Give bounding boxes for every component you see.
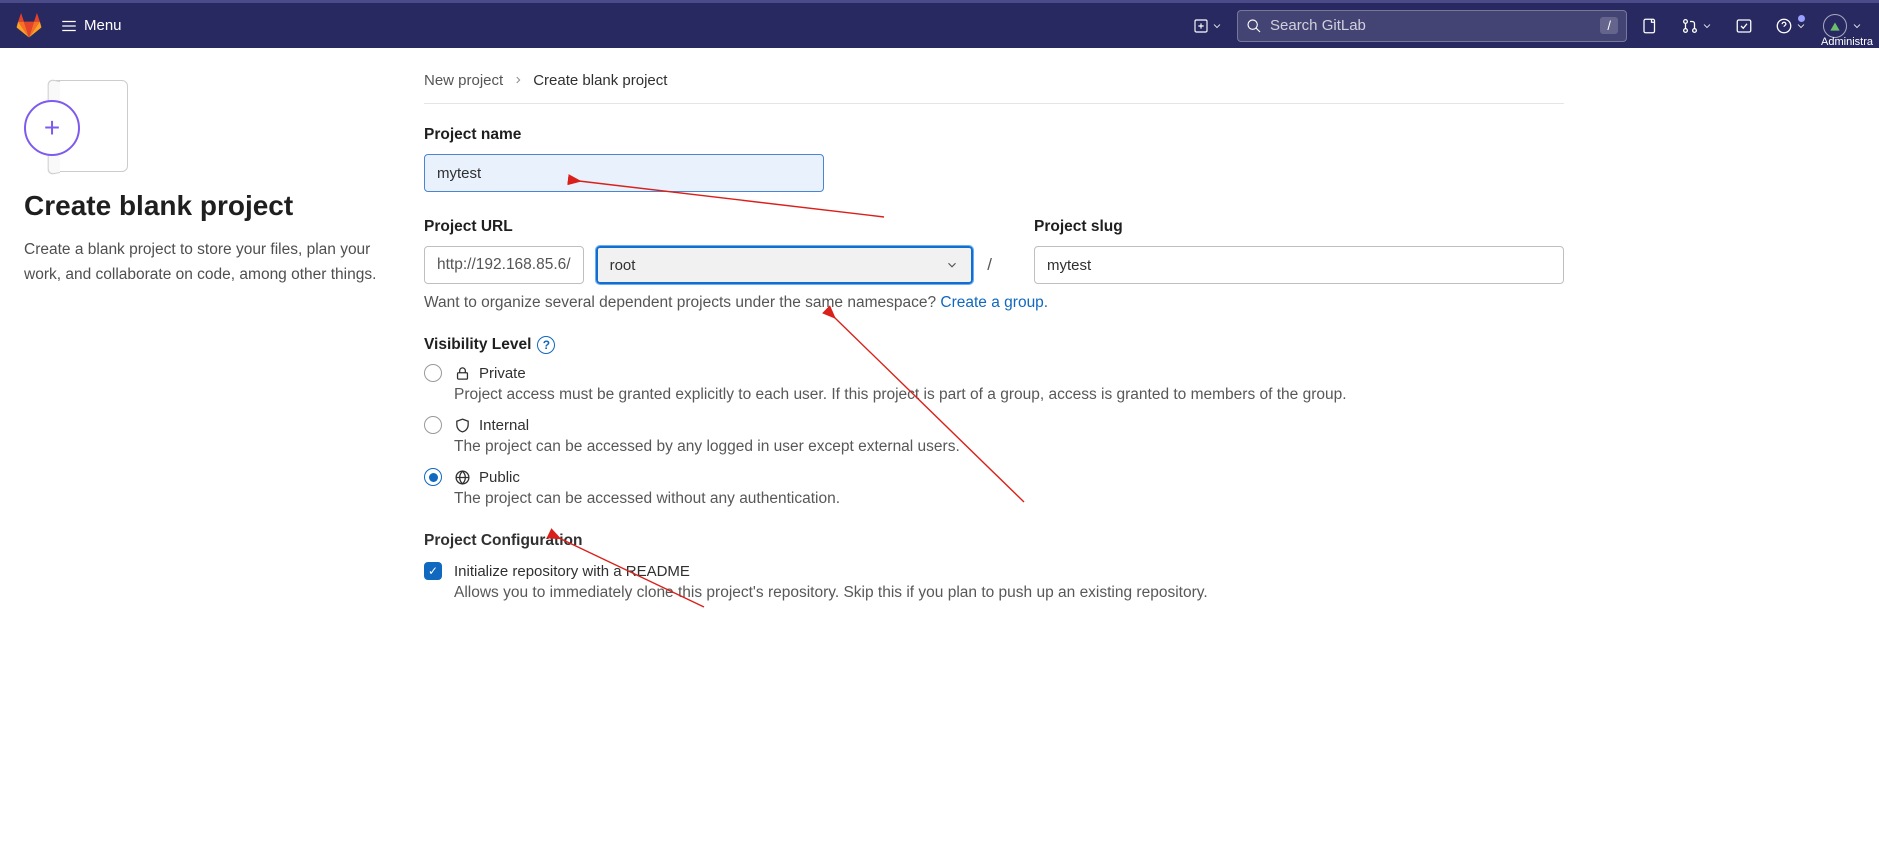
project-name-input[interactable] [424, 154, 824, 192]
visibility-internal-radio[interactable] [424, 416, 442, 434]
visibility-public-label: Public [479, 469, 520, 486]
plus-square-icon [1193, 18, 1209, 34]
visibility-private-desc: Project access must be granted explicitl… [454, 386, 1564, 404]
project-url-prefix: http://192.168.85.6/ [424, 246, 584, 284]
visibility-internal-label: Internal [479, 417, 529, 434]
project-name-label: Project name [424, 126, 1564, 144]
project-config-label: Project Configuration [424, 532, 1564, 550]
help-icon [1775, 17, 1793, 35]
page-title: Create blank project [24, 190, 384, 222]
chevron-right-icon [513, 72, 523, 89]
visibility-label: Visibility Level ? [424, 336, 1564, 354]
plus-icon: + [24, 100, 80, 156]
project-slug-label: Project slug [1034, 218, 1564, 236]
main-menu-button[interactable]: Menu [50, 11, 132, 41]
search-icon [1246, 18, 1262, 34]
initialize-readme-checkbox[interactable]: ✓ [424, 562, 442, 580]
chevron-down-icon [1701, 20, 1713, 32]
create-new-button[interactable] [1187, 18, 1229, 34]
user-menu[interactable]: Administra [1823, 14, 1863, 38]
initialize-readme-label: Initialize repository with a README [454, 563, 690, 580]
search-kbd-hint: / [1600, 17, 1618, 34]
hamburger-icon [60, 17, 78, 35]
search-input[interactable] [1270, 17, 1592, 34]
create-project-illustration: + [24, 72, 134, 172]
visibility-internal-desc: The project can be accessed by any logge… [454, 438, 1564, 456]
global-search[interactable]: / [1237, 10, 1627, 42]
globe-icon [454, 469, 471, 486]
namespace-hint: Want to organize several dependent proje… [424, 294, 1564, 312]
visibility-private-label: Private [479, 365, 526, 382]
initialize-readme-desc: Allows you to immediately clone this pro… [454, 584, 1564, 602]
menu-label: Menu [84, 17, 122, 34]
path-separator: / [985, 255, 994, 275]
breadcrumb: New project Create blank project [424, 72, 1564, 104]
merge-request-icon [1681, 17, 1699, 35]
create-group-link[interactable]: Create a group. [940, 294, 1048, 311]
visibility-public-desc: The project can be accessed without any … [454, 490, 1564, 508]
breadcrumb-parent[interactable]: New project [424, 72, 503, 89]
help-icon[interactable]: ? [537, 336, 555, 354]
issues-icon[interactable] [1635, 17, 1665, 35]
page-description: Create a blank project to store your fil… [24, 238, 384, 288]
todos-icon[interactable] [1729, 17, 1759, 35]
shield-icon [454, 417, 471, 434]
merge-requests-button[interactable] [1675, 17, 1719, 35]
visibility-private-radio[interactable] [424, 364, 442, 382]
avatar-icon [1823, 14, 1847, 38]
namespace-select[interactable]: root [596, 246, 974, 284]
chevron-down-icon [945, 258, 959, 272]
chevron-down-icon [1211, 20, 1223, 32]
namespace-value: root [610, 257, 636, 274]
help-button[interactable] [1769, 17, 1813, 35]
breadcrumb-current: Create blank project [533, 72, 667, 89]
chevron-down-icon [1851, 20, 1863, 32]
lock-icon [454, 365, 471, 382]
project-url-label: Project URL [424, 218, 994, 236]
gitlab-logo-icon[interactable] [16, 13, 42, 39]
project-slug-input[interactable] [1034, 246, 1564, 284]
user-label: Administra [1821, 36, 1873, 48]
visibility-public-radio[interactable] [424, 468, 442, 486]
